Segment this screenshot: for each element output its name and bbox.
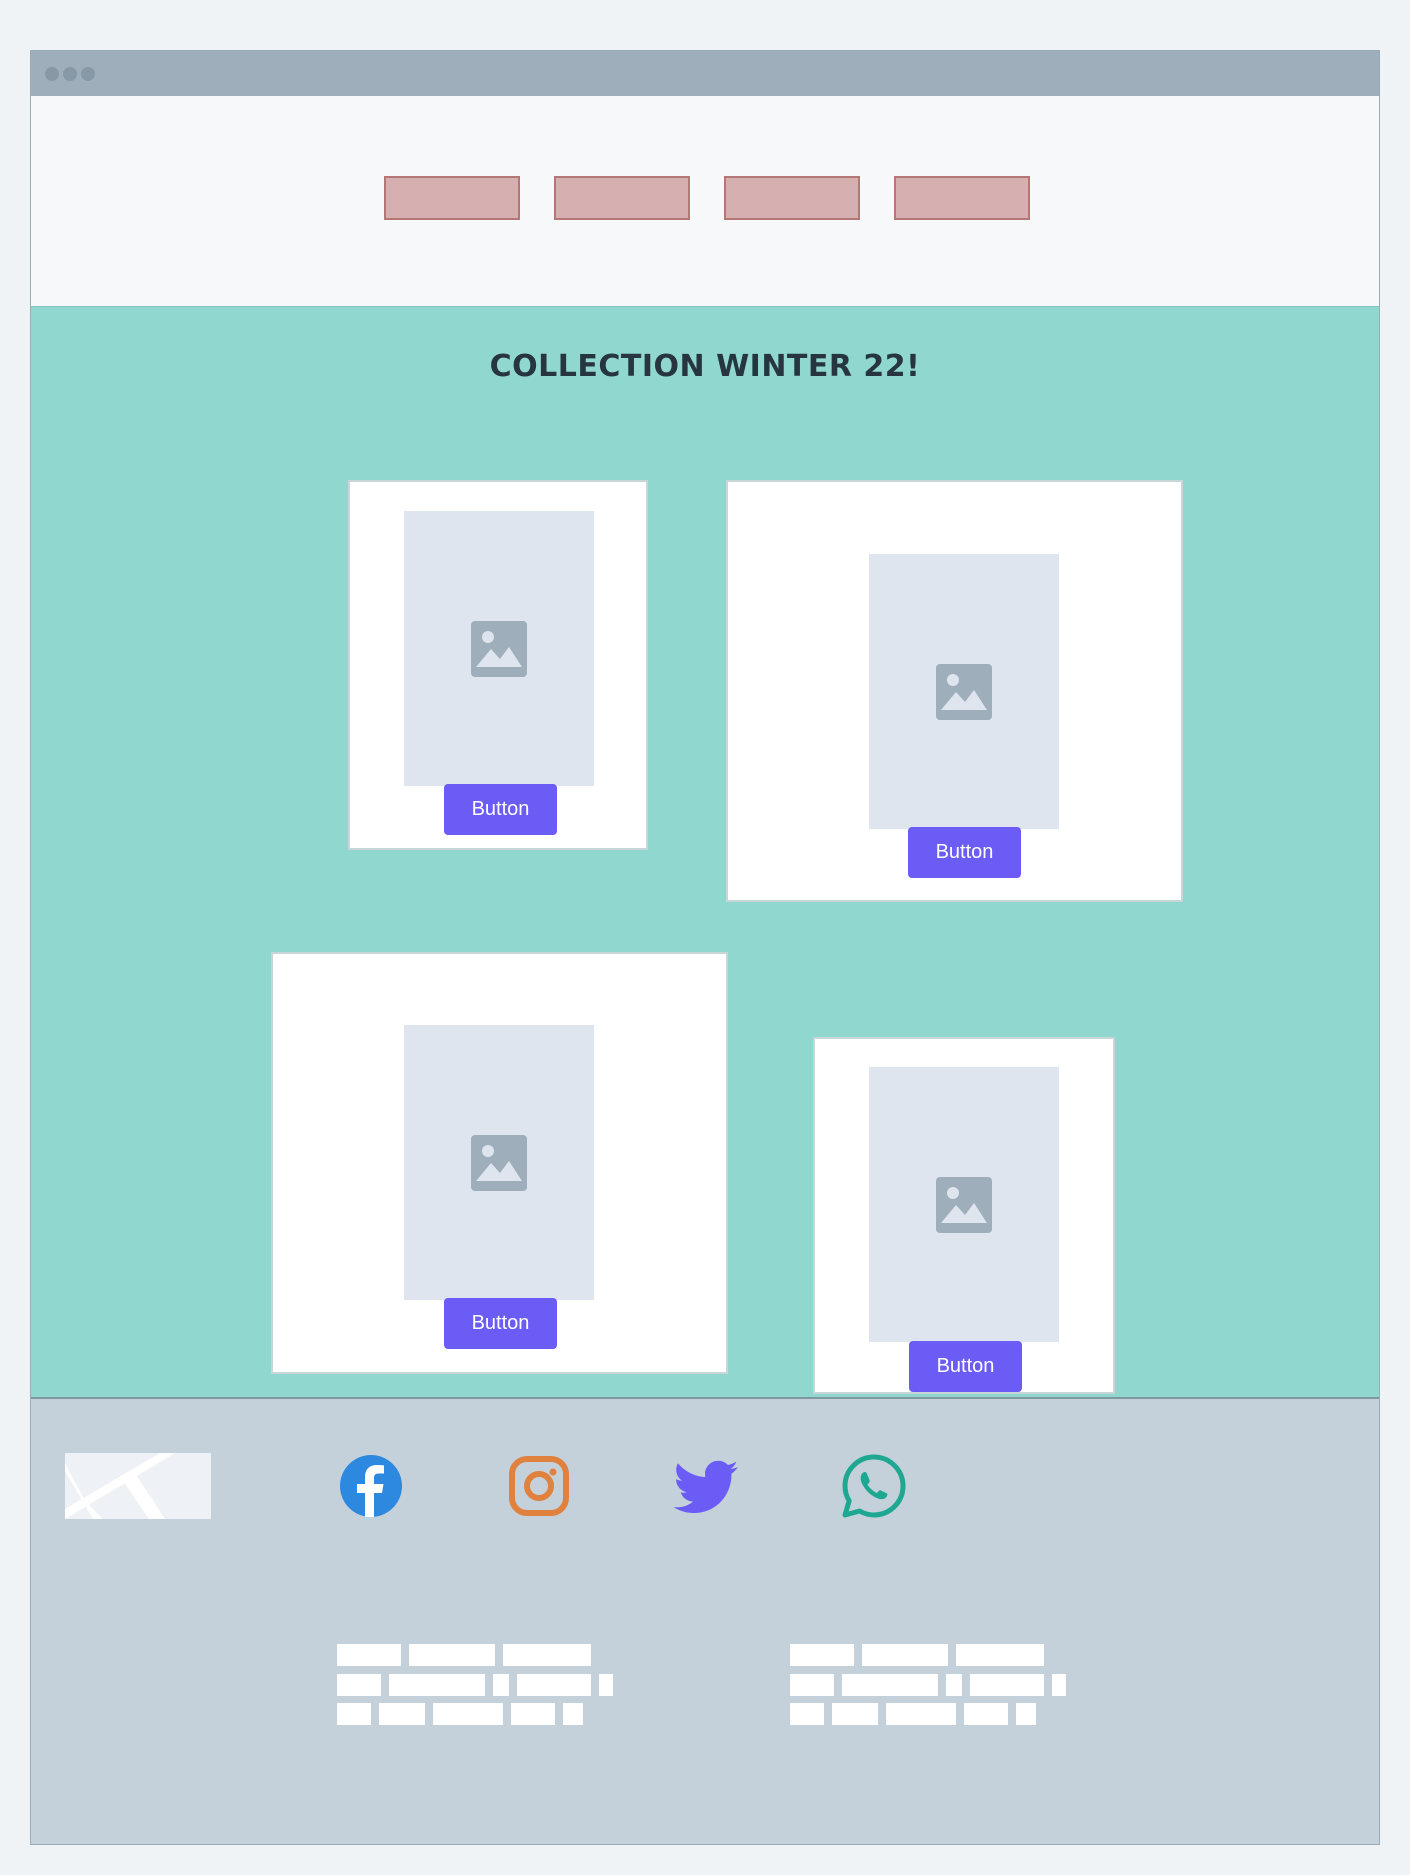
text-line-placeholder	[1016, 1703, 1036, 1725]
text-line-placeholder	[511, 1703, 555, 1725]
facebook-icon[interactable]	[338, 1453, 404, 1519]
logo-placeholder[interactable]	[65, 1453, 211, 1519]
text-line-placeholder	[337, 1674, 381, 1696]
text-line-placeholder	[790, 1644, 854, 1666]
text-line-placeholder	[946, 1674, 962, 1696]
product-card: Button	[726, 480, 1183, 902]
twitter-icon[interactable]	[674, 1453, 740, 1519]
whatsapp-icon[interactable]	[841, 1453, 907, 1519]
text-line-placeholder	[862, 1644, 948, 1666]
text-line-placeholder	[503, 1644, 591, 1666]
text-line-placeholder	[599, 1674, 613, 1696]
card-button[interactable]: Button	[444, 1298, 557, 1349]
product-card: Button	[271, 952, 728, 1374]
text-line-placeholder	[842, 1674, 938, 1696]
text-line-placeholder	[337, 1644, 401, 1666]
instagram-icon[interactable]	[506, 1453, 572, 1519]
text-line-placeholder	[790, 1703, 824, 1725]
nav-item-placeholder[interactable]	[554, 176, 690, 220]
collection-title: COLLECTION WINTER 22!	[489, 349, 921, 384]
image-placeholder	[869, 554, 1059, 829]
collection-section: COLLECTION WINTER 22! Button Button Butt…	[31, 307, 1379, 1399]
text-line-placeholder	[1052, 1674, 1066, 1696]
card-button[interactable]: Button	[908, 827, 1021, 878]
footer-text-block	[337, 1644, 627, 1734]
nav-item-placeholder[interactable]	[384, 176, 520, 220]
text-line-placeholder	[517, 1674, 591, 1696]
text-line-placeholder	[379, 1703, 425, 1725]
text-line-placeholder	[956, 1644, 1044, 1666]
site-footer	[31, 1399, 1379, 1844]
image-icon	[936, 1177, 992, 1233]
site-header	[31, 96, 1379, 308]
image-icon	[936, 664, 992, 720]
card-button[interactable]: Button	[444, 784, 557, 835]
window-control-dot[interactable]	[45, 67, 59, 81]
nav-item-placeholder[interactable]	[894, 176, 1030, 220]
text-line-placeholder	[409, 1644, 495, 1666]
card-button[interactable]: Button	[909, 1341, 1022, 1392]
image-placeholder	[404, 511, 594, 786]
footer-text-block	[790, 1644, 1080, 1734]
product-card: Button	[348, 480, 648, 850]
window-titlebar	[31, 51, 1379, 96]
nav-item-placeholder[interactable]	[724, 176, 860, 220]
text-line-placeholder	[790, 1674, 834, 1696]
text-line-placeholder	[964, 1703, 1008, 1725]
window-control-dot[interactable]	[81, 67, 95, 81]
text-line-placeholder	[886, 1703, 956, 1725]
image-icon	[471, 621, 527, 677]
text-line-placeholder	[389, 1674, 485, 1696]
image-icon	[471, 1135, 527, 1191]
logo-graphic	[65, 1453, 175, 1519]
image-placeholder	[869, 1067, 1059, 1342]
browser-window: COLLECTION WINTER 22! Button Button Butt…	[30, 50, 1380, 1845]
text-line-placeholder	[493, 1674, 509, 1696]
text-line-placeholder	[563, 1703, 583, 1725]
text-line-placeholder	[970, 1674, 1044, 1696]
text-line-placeholder	[832, 1703, 878, 1725]
image-placeholder	[404, 1025, 594, 1300]
text-line-placeholder	[433, 1703, 503, 1725]
text-line-placeholder	[337, 1703, 371, 1725]
product-card: Button	[813, 1037, 1115, 1394]
window-control-dot[interactable]	[63, 67, 77, 81]
